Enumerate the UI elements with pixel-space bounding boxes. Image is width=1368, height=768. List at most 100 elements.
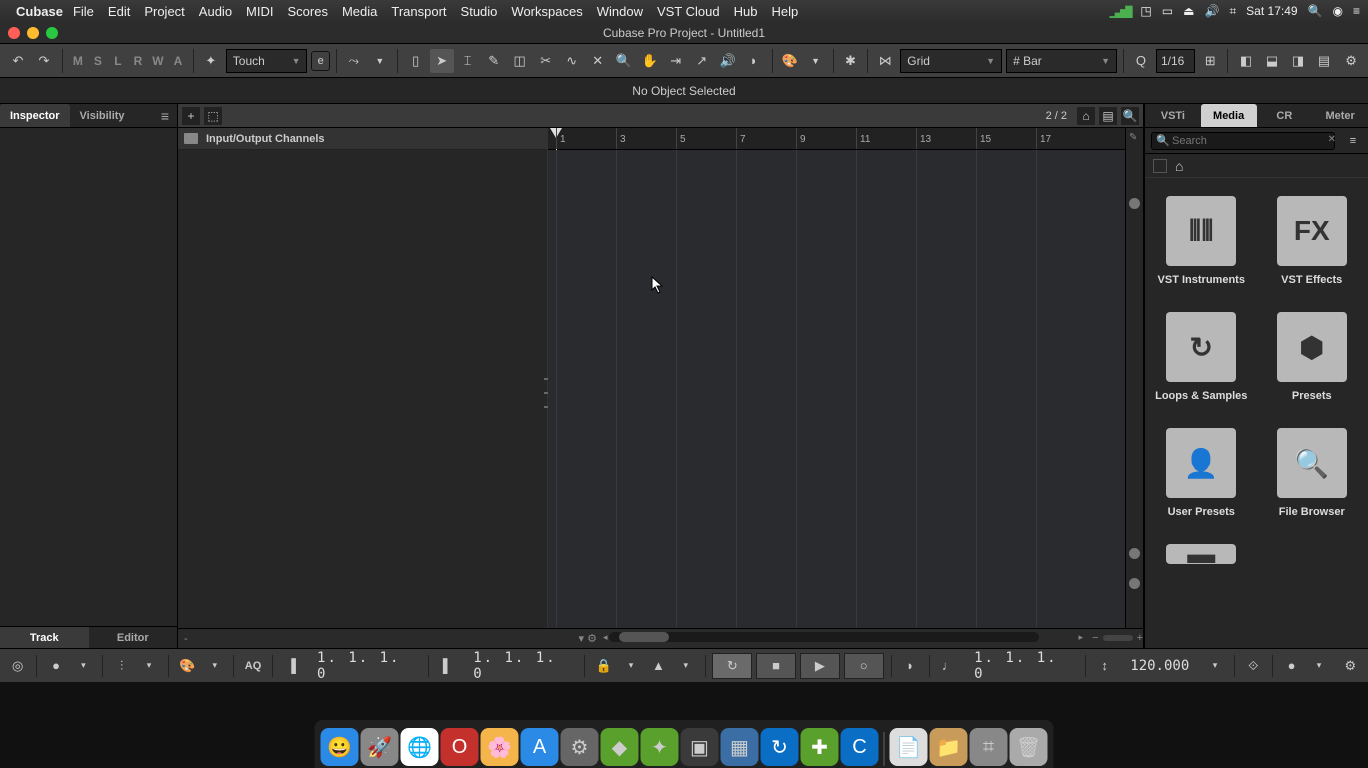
autoscroll-icon[interactable]: ⤳ [343, 49, 365, 73]
snap-type-dropdown[interactable]: Grid ▼ [900, 49, 1002, 73]
tab-media[interactable]: Media [1201, 104, 1257, 127]
read-state[interactable]: R [129, 51, 147, 71]
grid-type-dropdown[interactable]: # Bar ▼ [1006, 49, 1117, 73]
siri-icon[interactable]: ◉ [1333, 4, 1343, 18]
media-tile-vst-effects[interactable]: FX VST Effects [1266, 196, 1359, 286]
menu-edit[interactable]: Edit [108, 4, 130, 19]
tab-cr[interactable]: CR [1257, 104, 1313, 127]
lock-icon[interactable]: 🔒 [592, 654, 615, 678]
media-tile-user-presets[interactable]: 👤 User Presets [1155, 428, 1248, 518]
split-tool-icon[interactable]: ✂ [534, 49, 558, 73]
color-icon[interactable]: 🎨 [176, 654, 199, 678]
tab-track[interactable]: Track [0, 627, 89, 648]
menu-file[interactable]: File [73, 4, 94, 19]
dock-teamviewer[interactable]: ↻ [761, 728, 799, 766]
vzoom-slider[interactable] [1129, 198, 1140, 209]
event-display[interactable]: 1 3 5 7 9 11 13 15 17 [548, 128, 1125, 628]
lock-menu-icon[interactable]: ▾ [619, 654, 642, 678]
redo-button[interactable]: ↷ [32, 49, 56, 73]
dock-launchpad[interactable]: 🚀 [361, 728, 399, 766]
tray-icon[interactable]: ◳ [1140, 4, 1151, 18]
track-row[interactable]: Input/Output Channels [178, 128, 547, 150]
locator-right-icon[interactable]: ▌ [436, 654, 459, 678]
tab-vsti[interactable]: VSTi [1145, 104, 1201, 127]
automation-mode-dropdown[interactable]: Touch ▼ [226, 49, 308, 73]
dock-app[interactable]: ✚ [801, 728, 839, 766]
timestretch-tool-icon[interactable]: ⇥ [664, 49, 688, 73]
dock-appstore[interactable]: A [521, 728, 559, 766]
left-locator-time[interactable]: 1. 1. 1. 0 [307, 650, 421, 682]
e-button[interactable]: e [311, 51, 329, 71]
write-state[interactable]: W [149, 51, 167, 71]
timeline-ruler[interactable]: 1 3 5 7 9 11 13 15 17 [548, 128, 1125, 150]
dock-finder[interactable]: 😀 [321, 728, 359, 766]
dock-app[interactable]: ▦ [721, 728, 759, 766]
menu-studio[interactable]: Studio [461, 4, 498, 19]
spotlight-icon[interactable]: 🔍 [1308, 4, 1323, 18]
add-track-button[interactable]: + [182, 107, 200, 125]
channel-zone-icon[interactable]: ▤ [1312, 49, 1336, 73]
select-tool-icon[interactable]: ▯ [404, 49, 428, 73]
dock-app[interactable]: ✦ [641, 728, 679, 766]
vzoom-slider[interactable] [1129, 578, 1140, 589]
record-mode-icon[interactable]: ● [1280, 654, 1303, 678]
vzoom-slider[interactable] [1129, 548, 1140, 559]
dock-opera[interactable]: O [441, 728, 479, 766]
menu-media[interactable]: Media [342, 4, 377, 19]
minimize-button[interactable] [27, 27, 39, 39]
dock-trash[interactable]: 🗑 [1010, 728, 1048, 766]
menu-vstcloud[interactable]: VST Cloud [657, 4, 720, 19]
dock-chrome[interactable]: 🌐 [401, 728, 439, 766]
lower-zone-icon[interactable]: ⬓ [1260, 49, 1284, 73]
menu-midi[interactable]: MIDI [246, 4, 273, 19]
menu-window[interactable]: Window [597, 4, 643, 19]
right-zone-icon[interactable]: ◨ [1286, 49, 1310, 73]
pencil-icon[interactable]: ✎ [1129, 132, 1137, 143]
media-tile-vst-instruments[interactable]: ⦀⦀ VST Instruments [1155, 196, 1248, 286]
dock-folder[interactable]: 📁 [930, 728, 968, 766]
sync-menu-icon[interactable]: ▾ [674, 654, 697, 678]
snap-toggle-icon[interactable]: ✱ [839, 49, 861, 73]
tab-editor[interactable]: Editor [89, 627, 178, 648]
draw-tool-icon[interactable]: ✎ [482, 49, 506, 73]
menu-hub[interactable]: Hub [734, 4, 758, 19]
zoom-button[interactable] [46, 27, 58, 39]
hzoom-in-icon[interactable]: + [1137, 632, 1143, 644]
wifi-signal-icon[interactable]: ▁▃▅▇ [1110, 4, 1131, 18]
automation-icon[interactable]: ✦ [200, 49, 222, 73]
primary-time[interactable]: 1. 1. 1. 0 [964, 650, 1078, 682]
open-folder-icon[interactable]: ⌂ [1077, 107, 1095, 125]
find-track-icon[interactable]: 🔍 [1121, 107, 1139, 125]
zoom-tool-icon[interactable]: 🔍 [612, 49, 636, 73]
quantize-apply-icon[interactable]: Q [1130, 49, 1152, 73]
tab-filter-icon[interactable]: ≡ [153, 104, 177, 127]
color-menu-icon[interactable]: ▾ [203, 654, 226, 678]
media-search-input[interactable] [1151, 132, 1335, 150]
tab-inspector[interactable]: Inspector [0, 104, 70, 127]
tempo-value[interactable]: 120.000 [1120, 658, 1199, 674]
tab-meter[interactable]: Meter [1312, 104, 1368, 127]
a-state[interactable]: A [169, 51, 187, 71]
retrospective-icon[interactable]: ◗ [898, 654, 921, 678]
list-icon[interactable]: ▤ [1099, 107, 1117, 125]
quantize-dropdown[interactable]: 1/16 [1156, 49, 1195, 73]
hzoom-out-icon[interactable]: − [1092, 632, 1098, 644]
locator-left-icon[interactable]: ▐ [280, 654, 303, 678]
horizontal-scrollbar[interactable] [609, 632, 1039, 642]
cycle-button[interactable]: ↻ [712, 653, 752, 679]
toolbar-setup-icon[interactable]: ⚙ [1340, 49, 1362, 73]
stop-button[interactable]: ■ [756, 653, 796, 679]
notification-center-icon[interactable]: ≡ [1353, 4, 1360, 18]
play-button[interactable]: ▶ [800, 653, 840, 679]
marker-menu-icon[interactable]: ▾ [137, 654, 160, 678]
rating-filter-checkbox[interactable] [1153, 159, 1167, 173]
constrain-icon[interactable]: ◎ [6, 654, 29, 678]
punch-in-icon[interactable]: ● [44, 654, 67, 678]
menu-project[interactable]: Project [144, 4, 184, 19]
menu-audio[interactable]: Audio [199, 4, 232, 19]
line-tool-icon[interactable]: ↗ [690, 49, 714, 73]
sync-icon[interactable]: ▲ [647, 654, 670, 678]
left-zone-icon[interactable]: ◧ [1234, 49, 1258, 73]
color-menu-icon[interactable]: 🎨 [779, 49, 801, 73]
record-mode-menu-icon[interactable]: ▾ [1307, 654, 1330, 678]
